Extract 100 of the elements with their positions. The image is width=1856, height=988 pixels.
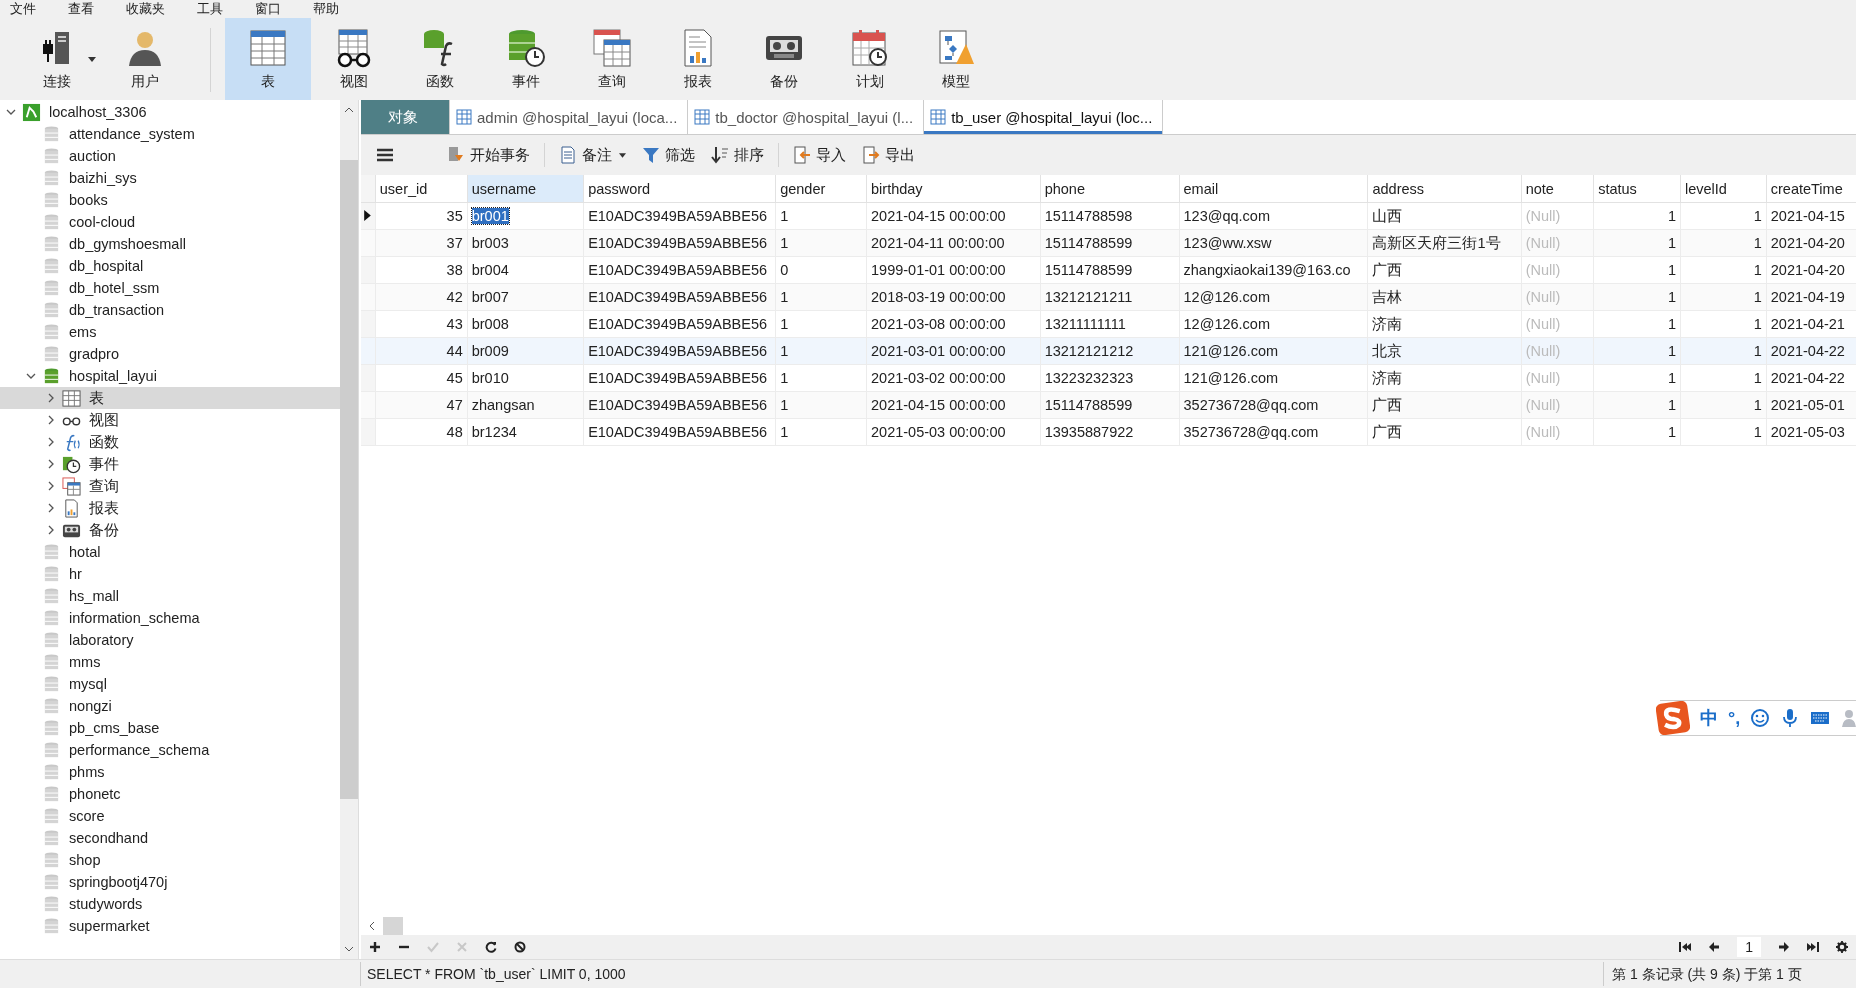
caret-icon[interactable] <box>619 152 626 158</box>
toolbar-button[interactable]: 计划 <box>827 18 913 100</box>
tree-item[interactable]: hs_mall <box>0 585 340 607</box>
tree-item[interactable]: db_hotel_ssm <box>0 277 340 299</box>
column-header[interactable]: status <box>1593 175 1681 203</box>
toolbar-button[interactable]: 模型 <box>913 18 999 100</box>
tree-item[interactable]: laboratory <box>0 629 340 651</box>
menu-item[interactable]: 收藏夹 <box>116 1 187 17</box>
tree-item[interactable]: auction <box>0 145 340 167</box>
toolbar-button[interactable]: 导出 <box>856 142 921 168</box>
column-header[interactable]: email <box>1179 175 1368 203</box>
last-page-icon[interactable] <box>1807 941 1819 953</box>
tree-item[interactable]: phonetc <box>0 783 340 805</box>
tree-item[interactable]: mysql <box>0 673 340 695</box>
tree-item[interactable]: 查询 <box>0 475 340 497</box>
expand-chevron-icon[interactable] <box>46 437 56 447</box>
toolbar-button[interactable]: 备份 <box>741 18 827 100</box>
toolbar-button[interactable]: 函数 <box>397 18 483 100</box>
tree-item[interactable]: localhost_3306 <box>0 101 340 123</box>
toolbar-button[interactable]: 导入 <box>787 142 852 168</box>
tree-item[interactable]: 事件 <box>0 453 340 475</box>
tab[interactable]: 对象 <box>361 100 450 134</box>
tree-item[interactable]: hospital_layui <box>0 365 340 387</box>
toolbar-button[interactable]: 筛选 <box>636 142 701 168</box>
toolbar-button[interactable]: 开始事务 <box>441 142 536 168</box>
column-header[interactable]: gender <box>775 175 867 203</box>
column-header[interactable]: user_id <box>375 175 468 203</box>
toolbar-button[interactable]: 连接 <box>14 18 100 100</box>
expand-chevron-icon[interactable] <box>46 415 56 425</box>
tree-item[interactable]: 表 <box>0 387 340 409</box>
tree-item[interactable]: mms <box>0 651 340 673</box>
menu-item[interactable]: 窗口 <box>245 1 303 17</box>
tree-item[interactable]: ems <box>0 321 340 343</box>
column-header[interactable]: password <box>583 175 776 203</box>
menu-item[interactable]: 帮助 <box>303 1 361 17</box>
toolbar-button[interactable]: 事件 <box>483 18 569 100</box>
column-header[interactable]: address <box>1367 175 1522 203</box>
column-header[interactable]: birthday <box>866 175 1041 203</box>
column-header[interactable]: note <box>1521 175 1594 203</box>
toolbar-button[interactable]: 排序 <box>705 142 770 168</box>
tree-item[interactable]: db_hospital <box>0 255 340 277</box>
menu-icon[interactable] <box>377 148 393 162</box>
add-icon[interactable] <box>369 941 381 953</box>
tree-item[interactable]: phms <box>0 761 340 783</box>
next-page-icon[interactable] <box>1778 941 1790 953</box>
toolbar-button[interactable]: 表 <box>225 18 311 100</box>
tree-item[interactable]: pb_cms_base <box>0 717 340 739</box>
tree-item[interactable]: nongzi <box>0 695 340 717</box>
toolbar-button[interactable]: 视图 <box>311 18 397 100</box>
smiley-icon[interactable] <box>1750 708 1771 728</box>
tab[interactable]: tb_user @hospital_layui (loc... <box>924 100 1164 134</box>
tree-item[interactable]: 视图 <box>0 409 340 431</box>
expand-chevron-icon[interactable] <box>46 503 56 513</box>
tree-item[interactable]: db_transaction <box>0 299 340 321</box>
expand-chevron-icon[interactable] <box>46 459 56 469</box>
tree-item[interactable]: baizhi_sys <box>0 167 340 189</box>
tree-item[interactable]: db_gymshoesmall <box>0 233 340 255</box>
menu-item[interactable]: 工具 <box>187 1 245 17</box>
column-header[interactable]: createTime <box>1766 175 1856 203</box>
tree-item[interactable]: hr <box>0 563 340 585</box>
refresh-icon[interactable] <box>485 941 497 953</box>
column-header[interactable]: phone <box>1040 175 1180 203</box>
scroll-down-icon[interactable] <box>344 946 354 952</box>
scroll-left-icon[interactable] <box>369 921 375 931</box>
tree-item[interactable]: attendance_system <box>0 123 340 145</box>
scrollbar[interactable] <box>340 100 358 959</box>
column-header[interactable]: levelId <box>1680 175 1767 203</box>
scroll-up-icon[interactable] <box>344 107 354 113</box>
tree-item[interactable]: score <box>0 805 340 827</box>
tree-item[interactable]: shop <box>0 849 340 871</box>
tree-item[interactable]: cool-cloud <box>0 211 340 233</box>
column-header[interactable]: username <box>467 175 584 203</box>
punctuation-mode[interactable]: °, <box>1727 707 1741 729</box>
previous-page-icon[interactable] <box>1708 941 1721 953</box>
first-page-icon[interactable] <box>1679 941 1692 953</box>
expand-chevron-icon[interactable] <box>46 481 56 491</box>
scrollbar-thumb[interactable] <box>383 917 403 935</box>
tree-item[interactable]: gradpro <box>0 343 340 365</box>
settings-icon[interactable] <box>1836 941 1848 953</box>
toolbar-button[interactable]: 备注 <box>553 142 632 168</box>
check-icon[interactable] <box>427 941 439 953</box>
collapse-chevron-icon[interactable] <box>6 107 16 117</box>
tree-item[interactable]: performance_schema <box>0 739 340 761</box>
scrollbar-thumb[interactable] <box>340 160 358 799</box>
toolbar-button[interactable]: 用户 <box>102 18 188 100</box>
tree-item[interactable]: hotal <box>0 541 340 563</box>
toolbar-button[interactable]: 报表 <box>655 18 741 100</box>
tree-item[interactable]: supermarket <box>0 915 340 937</box>
collapse-chevron-icon[interactable] <box>26 371 36 381</box>
expand-chevron-icon[interactable] <box>46 393 56 403</box>
tree-item[interactable]: books <box>0 189 340 211</box>
tree-item[interactable]: springbootj470j <box>0 871 340 893</box>
toolbar-button[interactable]: 查询 <box>569 18 655 100</box>
tree-item[interactable]: studywords <box>0 893 340 915</box>
stop-icon[interactable] <box>514 941 526 953</box>
tree-item[interactable]: information_schema <box>0 607 340 629</box>
menu-item[interactable]: 文件 <box>0 1 58 17</box>
page-field[interactable]: 1 <box>1737 937 1761 957</box>
tree-item[interactable]: 函数 <box>0 431 340 453</box>
input-mode[interactable]: 中 <box>1699 706 1718 730</box>
